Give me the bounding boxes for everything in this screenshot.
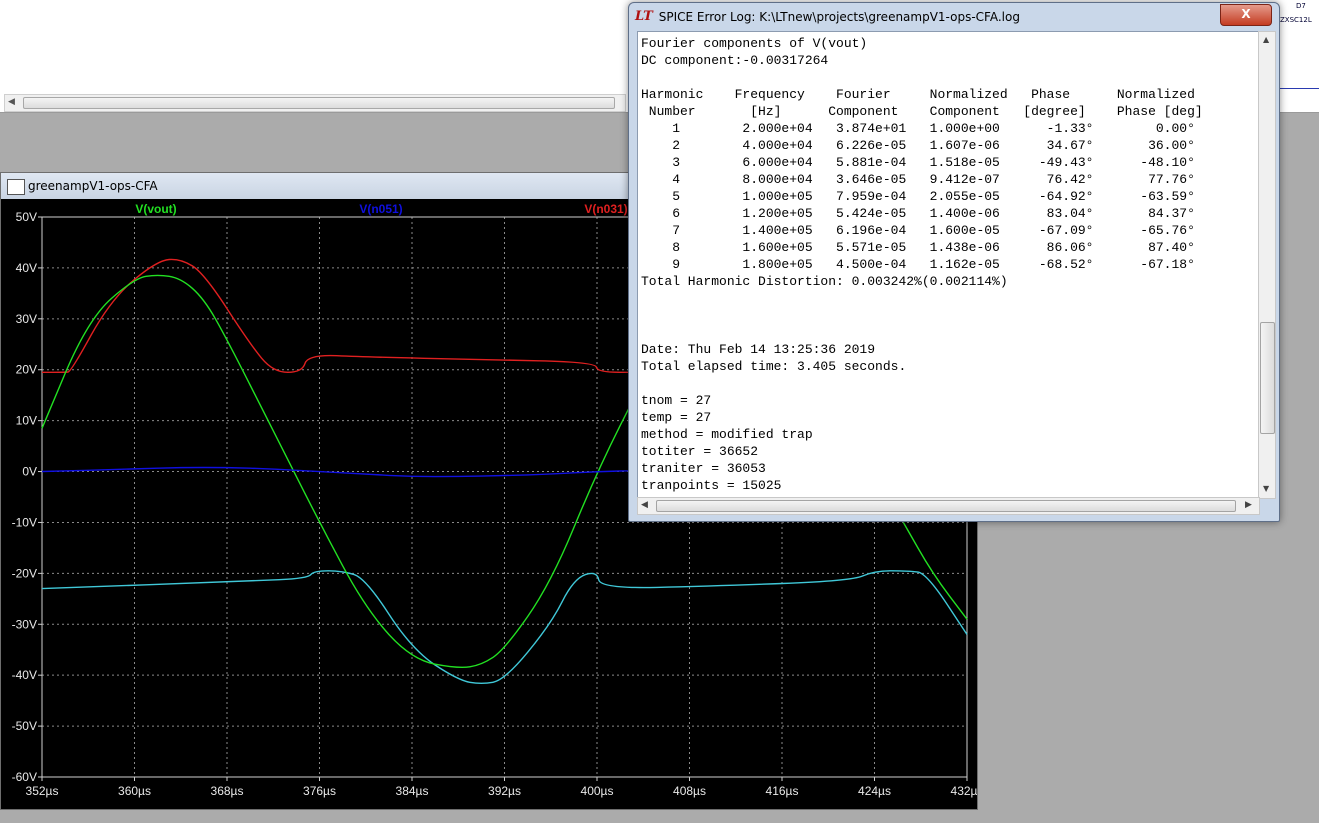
log-hscroll-thumb[interactable] [656, 500, 1236, 512]
log-line: Fourier components of V(vout) [641, 36, 868, 51]
y-tick-label: 40V [16, 261, 37, 275]
waveform-title: greenampV1-ops-CFA [28, 179, 158, 193]
x-tick-label: 392µs [488, 784, 521, 798]
x-tick-label: 408µs [673, 784, 706, 798]
x-tick-label: 424µs [858, 784, 891, 798]
scroll-left-icon[interactable]: ◀ [641, 500, 648, 510]
waveform-icon [7, 179, 25, 219]
log-line: method = modified trap [641, 427, 813, 442]
x-tick-label: 352µs [26, 784, 59, 798]
y-tick-label: -20V [12, 566, 37, 580]
scroll-up-icon[interactable]: ▲ [1263, 35, 1269, 44]
close-button[interactable]: X [1220, 4, 1272, 26]
x-tick-label: 400µs [581, 784, 614, 798]
close-icon: X [1241, 7, 1251, 21]
log-text-area[interactable]: Fourier components of V(vout) DC compone… [637, 31, 1259, 499]
x-tick-label: 432µs [951, 784, 977, 798]
scroll-right-icon[interactable]: ▶ [1245, 500, 1252, 510]
log-line: 2 4.000e+04 6.226e-05 1.607e-06 34.67° 3… [641, 138, 1195, 153]
x-tick-label: 360µs [118, 784, 151, 798]
log-titlebar[interactable]: LT SPICE Error Log: K:\LTnew\projects\gr… [635, 9, 1020, 24]
log-line: totiter = 36652 [641, 444, 759, 459]
log-line: 6 1.200e+05 5.424e-05 1.400e-06 83.04° 8… [641, 206, 1195, 221]
log-line: Date: Thu Feb 14 13:25:36 2019 [641, 342, 876, 357]
log-line: 7 1.400e+05 6.196e-04 1.600e-05 -67.09° … [641, 223, 1195, 238]
y-tick-label: 20V [16, 363, 37, 377]
x-tick-label: 376µs [303, 784, 336, 798]
y-tick-label: 0V [22, 465, 37, 479]
y-tick-label: 50V [16, 210, 37, 224]
x-tick-label: 368µs [211, 784, 244, 798]
log-line: tranpoints = 15025 [641, 478, 782, 493]
log-text: Fourier components of V(vout) DC compone… [638, 32, 1258, 498]
y-tick-label: -10V [12, 515, 37, 529]
log-vscroll-thumb[interactable] [1260, 322, 1275, 434]
part-label-d7: D7 [1296, 2, 1306, 10]
log-line: Total elapsed time: 3.405 seconds. [641, 359, 907, 374]
x-tick-label: 384µs [396, 784, 429, 798]
log-line: 8 1.600e+05 5.571e-05 1.438e-06 86.06° 8… [641, 240, 1195, 255]
legend-trace-label: V(vout) [135, 202, 176, 216]
y-tick-label: -40V [12, 668, 37, 682]
x-tick-label: 416µs [766, 784, 799, 798]
log-line: 9 1.800e+05 4.500e-04 1.162e-05 -68.52° … [641, 257, 1195, 272]
scroll-down-icon[interactable]: ▼ [1263, 484, 1269, 493]
log-line: tnom = 27 [641, 393, 712, 408]
log-line: DC component:-0.00317264 [641, 53, 829, 68]
log-line: traniter = 36053 [641, 461, 766, 476]
y-tick-label: -30V [12, 617, 37, 631]
ltspice-logo-icon: LT [635, 9, 653, 24]
log-title: SPICE Error Log: K:\LTnew\projects\green… [658, 9, 1020, 24]
log-line: temp = 27 [641, 410, 712, 425]
log-line: 3 6.000e+04 5.881e-04 1.518e-05 -49.43° … [641, 155, 1195, 170]
y-tick-label: 30V [16, 312, 37, 326]
schematic-horizontal-scrollbar[interactable]: ◀ [4, 94, 626, 112]
legend-trace-label: V(n051) [359, 202, 402, 216]
log-line: 1 2.000e+04 3.874e+01 1.000e+00 -1.33° 0… [641, 121, 1195, 136]
schematic-scroll-thumb[interactable] [23, 97, 615, 109]
y-tick-label: -60V [12, 770, 37, 784]
log-line: Total Harmonic Distortion: 0.003242%(0.0… [641, 274, 1008, 289]
log-line: 5 1.000e+05 7.959e-04 2.055e-05 -64.92° … [641, 189, 1195, 204]
log-line: 4 8.000e+04 3.646e-05 9.412e-07 76.42° 7… [641, 172, 1195, 187]
y-tick-label: -50V [12, 719, 37, 733]
y-tick-label: 10V [16, 414, 37, 428]
scroll-left-icon[interactable]: ◀ [8, 97, 15, 107]
log-line: Number [Hz] Component Component [degree]… [641, 104, 1203, 119]
legend-trace-label: V(n031) [584, 202, 627, 216]
spice-error-log-window[interactable]: LT SPICE Error Log: K:\LTnew\projects\gr… [628, 2, 1280, 522]
log-horizontal-scrollbar[interactable]: ◀ ▶ [637, 497, 1260, 515]
log-vertical-scrollbar[interactable]: ▲ ▼ [1258, 31, 1276, 499]
part-label-zxsc12l: ZXSC12L [1280, 16, 1312, 24]
log-line: Harmonic Frequency Fourier Normalized Ph… [641, 87, 1195, 102]
